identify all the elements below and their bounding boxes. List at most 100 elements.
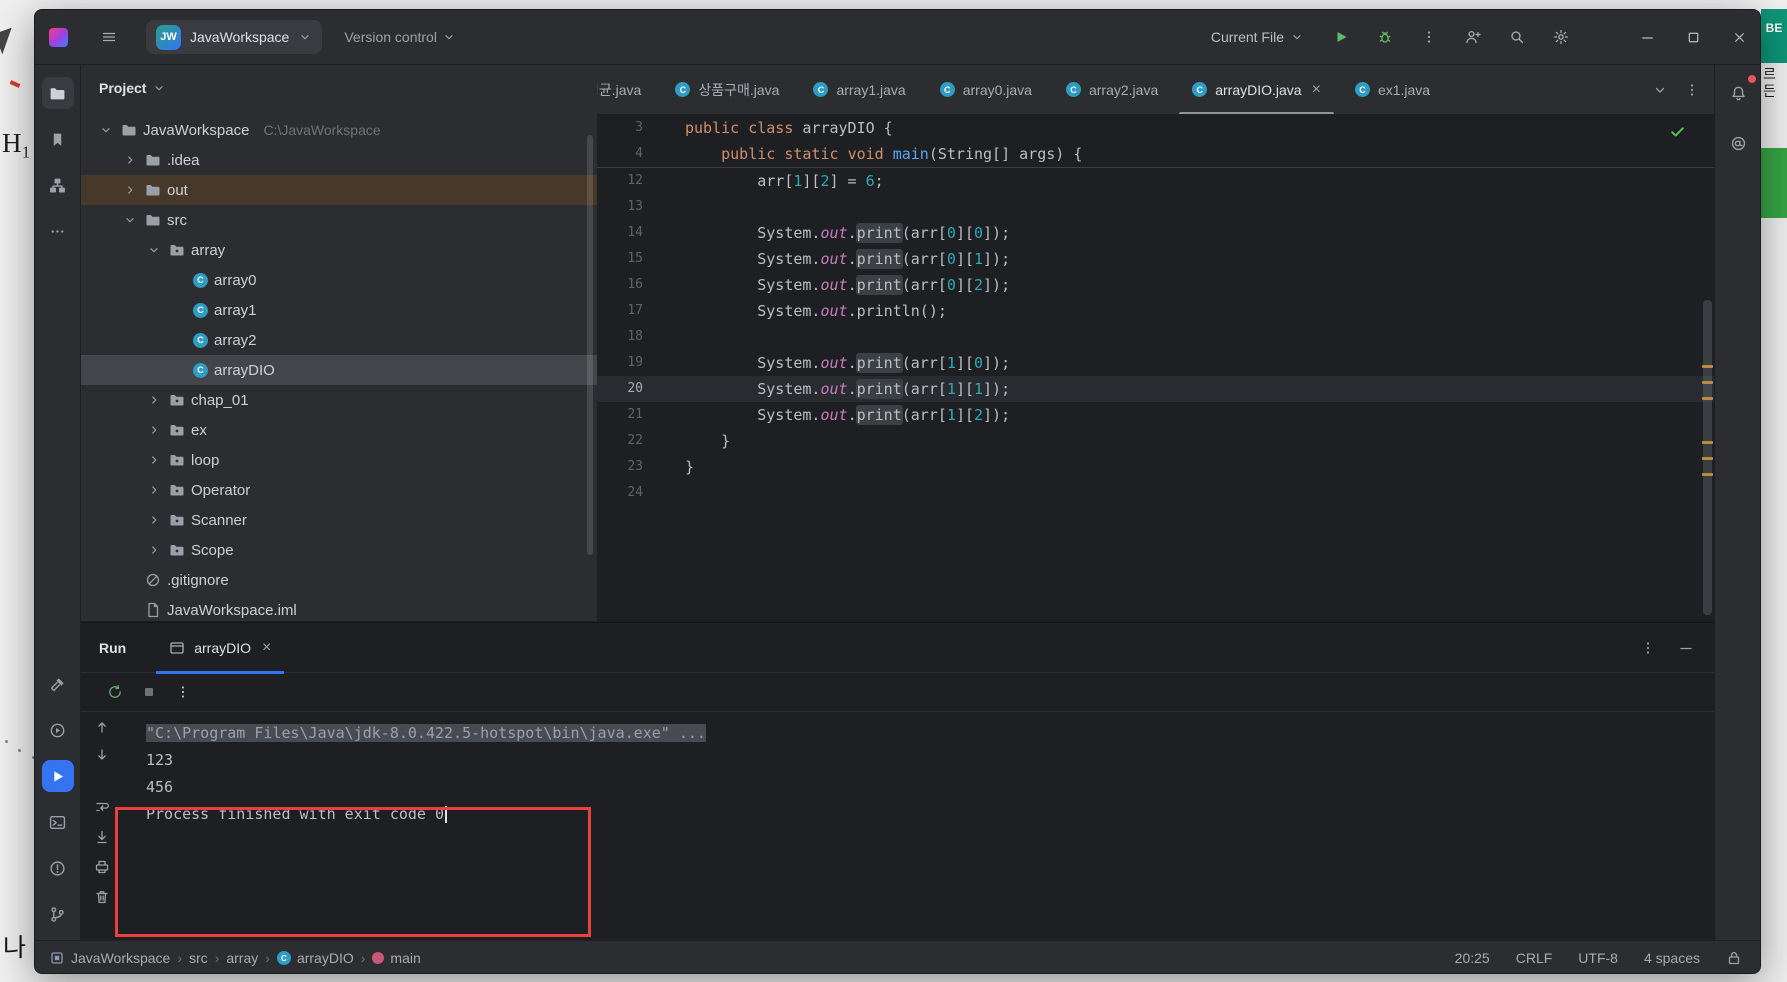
tree-item-out[interactable]: out [81,175,597,205]
tree-item-arraydio[interactable]: CarrayDIO [81,355,597,385]
chevron-down-icon[interactable] [145,243,163,257]
print-console-button[interactable] [91,856,113,878]
project-panel-title: Project [99,80,146,96]
console-output[interactable]: "C:\Program Files\Java\jdk-8.0.422.5-hot… [81,712,1714,828]
chevron-down-icon[interactable] [97,123,115,137]
chevron-right-icon[interactable] [145,393,163,407]
tree-item-gitignore[interactable]: .gitignore [81,565,597,595]
editor-tab-array0-java[interactable]: Carray0.java [923,65,1049,115]
chevron-right-icon[interactable] [145,483,163,497]
run-button[interactable] [1326,22,1356,52]
search-everywhere-button[interactable] [1502,22,1532,52]
hide-run-panel-button[interactable] [1678,640,1694,656]
problems-icon [49,860,66,877]
run-panel-options-button[interactable] [1640,640,1656,656]
tree-item-array0[interactable]: Carray0 [81,265,597,295]
more-actions-button[interactable] [1414,22,1444,52]
more-options-button[interactable] [175,684,191,700]
rerun-button[interactable] [107,684,123,700]
editor-tab-java[interactable]: C상품구매.java [658,65,796,115]
code-with-me-button[interactable] [1458,22,1488,52]
scroll-to-end-button[interactable] [91,826,113,848]
tree-item-loop[interactable]: loop [81,445,597,475]
code-editor[interactable]: 3public class arrayDIO {4 public static … [597,115,1714,622]
run-configuration-selector[interactable]: Current File [1211,29,1304,45]
caret-position[interactable]: 20:25 [1455,950,1490,966]
tree-item-array2[interactable]: Carray2 [81,325,597,355]
scroll-down-button[interactable] [91,744,113,766]
close-tab-icon[interactable]: × [1312,82,1321,98]
chevron-right-icon[interactable] [145,423,163,437]
tree-item-operator[interactable]: Operator [81,475,597,505]
tree-item-src[interactable]: src [81,205,597,235]
stop-button[interactable] [141,684,157,700]
services-tool-button[interactable] [42,714,74,746]
more-tool-windows-button[interactable] [42,215,74,247]
hidden-tabs-chevron-icon[interactable] [1652,82,1668,98]
settings-button[interactable] [1546,22,1576,52]
project-scrollbar[interactable] [587,135,593,555]
breadcrumb-main[interactable]: main [372,950,420,966]
editor-tab-arraydio-java[interactable]: CarrayDIO.java× [1175,65,1338,115]
scroll-up-button[interactable] [91,716,113,738]
breadcrumb-arraydio[interactable]: CarrayDIO [277,950,354,966]
file-encoding[interactable]: UTF-8 [1578,950,1618,966]
close-tab-icon[interactable]: × [262,640,271,656]
breadcrumb-array[interactable]: array [226,950,258,966]
indent-setting[interactable]: 4 spaces [1644,950,1700,966]
tree-item-array1[interactable]: Carray1 [81,295,597,325]
editor-options-icon[interactable] [1684,82,1700,98]
code-line-3: 3public class arrayDIO { [597,115,1714,141]
chevron-down-icon[interactable] [121,213,139,227]
tree-item-chap-01[interactable]: chap_01 [81,385,597,415]
version-control-tool-button[interactable] [42,898,74,930]
breadcrumb-src[interactable]: src [189,950,208,966]
bookmarks-tool-button[interactable] [42,123,74,155]
tree-item-javaworkspace-iml[interactable]: JavaWorkspace.iml [81,595,597,622]
tree-item-scanner[interactable]: Scanner [81,505,597,535]
editor-tab-array1-java[interactable]: Carray1.java [796,65,922,115]
problems-tool-button[interactable] [42,852,74,884]
lock-icon[interactable] [1726,950,1742,966]
terminal-tool-button[interactable] [42,806,74,838]
notifications-button[interactable] [1723,77,1755,109]
editor-tab-array2-java[interactable]: Carray2.java [1049,65,1175,115]
soft-wrap-button[interactable] [91,796,113,818]
maximize-button[interactable] [1670,10,1716,65]
project-widget[interactable]: JW JavaWorkspace [146,20,322,54]
project-panel-header[interactable]: Project [81,65,597,111]
tree-item-javaworkspace[interactable]: JavaWorkspaceC:\JavaWorkspace [81,115,597,145]
chevron-right-icon[interactable] [121,183,139,197]
tree-item-idea[interactable]: .idea [81,145,597,175]
version-control-widget[interactable]: Version control [336,23,464,51]
sticky-lines: 3public class arrayDIO {4 public static … [597,115,1714,168]
build-tool-button[interactable] [42,668,74,700]
main-menu-button[interactable] [94,22,124,52]
line-ending[interactable]: CRLF [1516,950,1553,966]
chevron-right-icon[interactable] [145,513,163,527]
handwriting-bottom-left: 나 [3,928,26,964]
run-panel-title: Run [99,640,126,656]
editor-tab-ex1-java[interactable]: Cex1.java [1338,65,1447,115]
clear-console-button[interactable] [91,886,113,908]
tree-item-ex[interactable]: ex [81,415,597,445]
close-button[interactable] [1716,10,1761,65]
run-tab-arraydio[interactable]: arrayDIO × [156,623,284,673]
ai-assistant-button[interactable] [1723,127,1755,159]
chevron-right-icon[interactable] [145,543,163,557]
debug-button[interactable] [1370,22,1400,52]
inspections-ok-icon[interactable] [1669,123,1686,143]
structure-tool-button[interactable] [42,169,74,201]
minimize-button[interactable] [1624,10,1670,65]
project-tool-button[interactable] [42,77,74,109]
breadcrumb-separator: › [215,950,220,966]
left-tool-stripe [35,65,81,940]
breadcrumb-javaworkspace[interactable]: JavaWorkspace [49,950,170,966]
tree-item-scope[interactable]: Scope [81,535,597,565]
run-tool-button[interactable] [42,760,74,792]
chevron-right-icon[interactable] [121,153,139,167]
editor-tab-java[interactable]: 평균.java [597,65,658,115]
package-icon [169,392,185,408]
chevron-right-icon[interactable] [145,453,163,467]
tree-item-array[interactable]: array [81,235,597,265]
